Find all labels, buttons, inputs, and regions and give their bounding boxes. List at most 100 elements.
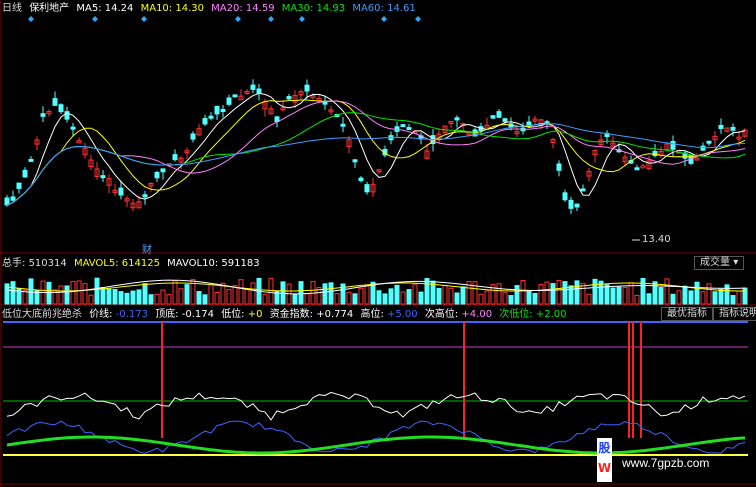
- mavol10-readout: MAVOL10: 591183: [167, 258, 260, 269]
- volume-bar: [574, 280, 580, 305]
- volume-bar: [352, 293, 358, 305]
- volume-bar: [82, 283, 88, 305]
- volume-bar: [724, 284, 730, 305]
- candle-body: [250, 84, 256, 90]
- watermark-site: www.7gpzb.com: [622, 456, 710, 470]
- volume-bar: [538, 283, 544, 305]
- price-line-readout: 价线: -0.173: [89, 309, 148, 320]
- volume-bar: [160, 289, 166, 305]
- ma60-line: [6, 123, 746, 206]
- candle-body: [670, 141, 676, 150]
- candle-body: [256, 88, 262, 94]
- volume-bar: [124, 292, 130, 305]
- candle-body: [304, 84, 310, 92]
- volume-bar: [88, 294, 94, 305]
- best-indicator-button[interactable]: 最优指标: [661, 307, 713, 321]
- volume-bar: [496, 283, 502, 305]
- volume-bar: [184, 284, 190, 305]
- volume-bar: [46, 281, 52, 305]
- volume-bar: [544, 281, 550, 305]
- candle-body: [154, 171, 160, 179]
- volume-bar: [292, 293, 298, 305]
- volume-bar: [376, 290, 382, 305]
- volume-bar: [418, 291, 424, 305]
- candle-body: [358, 177, 364, 182]
- candle-body: [172, 154, 178, 161]
- volume-bar: [136, 289, 142, 305]
- mavol5-readout: MAVOL5: 614125: [73, 258, 160, 269]
- candle-body: [574, 203, 580, 208]
- volume-bar: [454, 292, 460, 305]
- volume-bar: [118, 291, 124, 305]
- volume-bar: [556, 280, 562, 305]
- chevron-down-icon: ▾: [733, 257, 739, 268]
- volume-indicator-dropdown[interactable]: 成交量 ▾: [694, 256, 745, 270]
- signal-diamond-icon: [235, 16, 241, 22]
- candle-body: [718, 124, 724, 130]
- volume-bar: [298, 281, 304, 305]
- candle-body: [568, 199, 574, 209]
- volume-bar: [658, 287, 664, 305]
- candle-body: [16, 182, 22, 189]
- volume-bar: [562, 281, 568, 305]
- candle-body: [406, 127, 412, 131]
- volume-bar: [208, 284, 214, 305]
- volume-bar: [424, 277, 430, 305]
- volume-bar: [166, 294, 172, 305]
- volume-legend: 总手: 510314 MAVOL5: 614125 MAVOL10: 59118…: [2, 258, 264, 270]
- finance-marker-icon[interactable]: 财: [142, 241, 152, 256]
- candle-body: [214, 105, 220, 115]
- candle-body: [352, 159, 358, 163]
- candle-body: [190, 133, 196, 140]
- volume-bar: [238, 279, 244, 305]
- volume-bar: [214, 292, 220, 305]
- volume-bar: [526, 290, 532, 305]
- candle-body: [28, 158, 34, 162]
- volume-bar: [412, 283, 418, 305]
- volume-bar: [172, 280, 178, 305]
- volume-bar: [670, 293, 676, 305]
- volume-bar: [604, 284, 610, 305]
- volume-bar: [226, 289, 232, 305]
- signal-diamond-icon: [141, 16, 147, 22]
- indicator-help-button[interactable]: 指标说明: [713, 307, 756, 321]
- volume-bar: [532, 292, 538, 305]
- candle-body: [142, 194, 148, 198]
- candle-body: [58, 104, 64, 113]
- volume-bar: [106, 288, 112, 305]
- volume-bar: [640, 277, 646, 305]
- volume-bar: [100, 287, 106, 305]
- volume-bar: [382, 293, 388, 305]
- fund-index-readout: 资金指数: +0.774: [269, 309, 354, 320]
- candle-body: [22, 169, 28, 178]
- volume-bar: [52, 289, 58, 305]
- indicator-name[interactable]: 低位大底前兆绝杀: [2, 309, 82, 320]
- candle-body: [52, 98, 58, 106]
- volume-bar: [472, 281, 478, 305]
- volume-bar: [676, 290, 682, 305]
- candle-body: [226, 97, 232, 105]
- volume-bar: [688, 290, 694, 305]
- candle-body: [454, 117, 460, 121]
- volume-bar: [388, 288, 394, 305]
- volume-bar: [76, 280, 82, 305]
- candle-body: [100, 175, 106, 179]
- volume-bar: [406, 289, 412, 305]
- volume-bar: [652, 281, 658, 305]
- candle-body: [556, 163, 562, 171]
- volume-bar: [112, 289, 118, 305]
- volume-bar: [178, 288, 184, 305]
- volume-bar: [304, 293, 310, 305]
- volume-bar: [142, 283, 148, 305]
- volume-bar: [550, 283, 556, 305]
- volume-bar: [358, 287, 364, 305]
- volume-readout: 总手: 510314: [2, 258, 67, 269]
- candle-body: [70, 126, 76, 130]
- volume-bar: [442, 285, 448, 305]
- volume-bar: [610, 287, 616, 305]
- volume-bar: [394, 284, 400, 305]
- volume-bar: [508, 295, 514, 305]
- volume-bar: [250, 282, 256, 305]
- volume-bar: [586, 293, 592, 305]
- candle-body: [730, 126, 736, 131]
